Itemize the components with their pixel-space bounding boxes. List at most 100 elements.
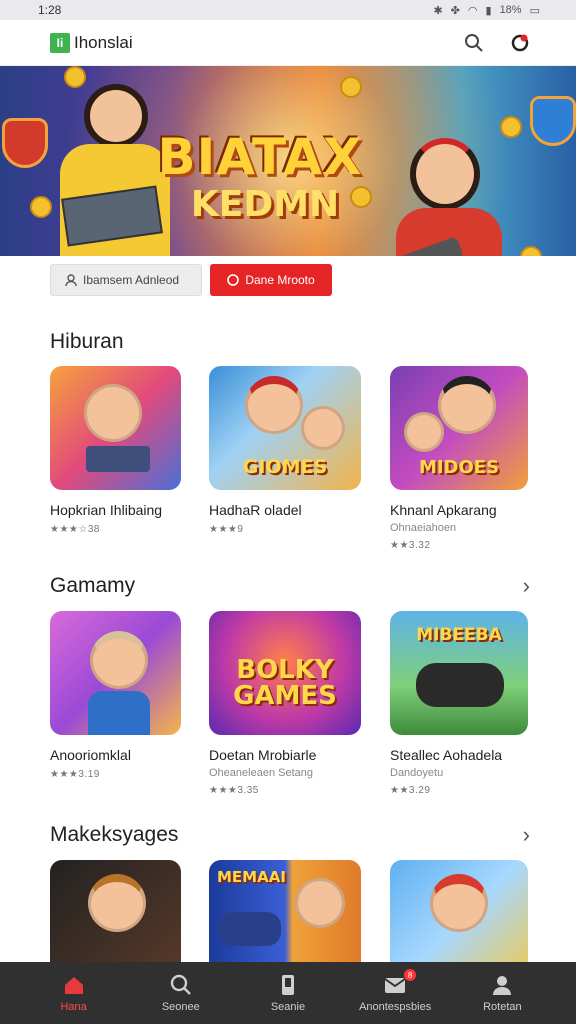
nav-label: Rotetan: [483, 1001, 522, 1013]
nav-item-search[interactable]: Seonee: [136, 973, 226, 1013]
app-thumbnail: GIOMES: [209, 366, 361, 490]
app-name: Anooriomklal: [50, 747, 131, 763]
nav-label: Seanie: [270, 1001, 306, 1013]
app-thumbnail: MIDOES: [390, 366, 528, 490]
hero-banner[interactable]: BIATAX KEDMN: [0, 66, 576, 256]
chevron-right-icon[interactable]: ›: [523, 573, 530, 599]
character-avatar: [84, 384, 142, 442]
gamepad-icon: [416, 663, 504, 707]
notification-badge: 8: [404, 969, 417, 981]
primary-button[interactable]: Dane Mrooto: [210, 264, 332, 296]
app-card[interactable]: MIBEEBA Steallec Aohadela Dandoyetu ★★3.…: [390, 611, 571, 796]
nav-label: Hana: [60, 1001, 87, 1013]
app-rating: ★★★3.35: [209, 785, 259, 796]
thumbnail-text: MIBEEBA: [416, 625, 502, 645]
banner-title: BIATAX: [157, 128, 363, 186]
secondary-button-label: Ibamsem Adnleod: [83, 273, 180, 287]
app-name: Steallec Aohadela: [390, 747, 503, 763]
notification-icon[interactable]: [510, 33, 530, 53]
coin-icon: [64, 66, 86, 88]
search-icon: [170, 974, 191, 995]
app-rating: ★★★9: [209, 524, 244, 535]
app-subtitle: Oheaneleaen Setang: [209, 767, 313, 779]
coin-icon: [500, 116, 522, 138]
app-name: Khnanl Apkarang: [390, 502, 497, 518]
user-icon: [65, 274, 77, 286]
coin-icon: [30, 196, 52, 218]
app-logo: Ii: [50, 32, 70, 53]
app-rating: ★★★☆38: [50, 524, 100, 535]
bottom-navbar: Hana Seonee Seanie 8 Anontespsbies Rotet…: [0, 962, 576, 1024]
battery-icon: ▭: [529, 4, 540, 17]
action-buttons: Ibamsem Adnleod Dane Mrooto: [0, 256, 576, 296]
primary-button-label: Dane Mrooto: [245, 273, 315, 287]
nav-item-notifications[interactable]: 8 Anontespsbies: [350, 969, 440, 1013]
character-avatar: [245, 376, 303, 434]
app-name: HadhaR oladel: [209, 502, 302, 518]
nav-item-profile[interactable]: Rotetan: [457, 973, 547, 1013]
secondary-button[interactable]: Ibamsem Adnleod: [50, 264, 202, 296]
bluetooth-icon: ✱: [433, 4, 443, 17]
app-rating: ★★★3.19: [50, 769, 100, 780]
app-grid: Hopkrian Ihlibaing ★★★☆38 GIOMES HadhaR …: [0, 366, 576, 551]
character-avatar: [404, 412, 444, 452]
app-thumbnail: [50, 611, 181, 735]
character-left: [84, 84, 148, 148]
home-icon: [64, 977, 83, 994]
app-name: Hopkrian Ihlibaing: [50, 502, 163, 518]
status-time: 1:28: [38, 3, 62, 17]
app-grid: Anooriomklal ★★★3.19 BOLKY GAMES Doetan …: [0, 611, 576, 796]
nav-item-home[interactable]: Hana: [29, 973, 119, 1013]
app-name: Doetan Mrobiarle: [209, 747, 317, 763]
character-avatar: [90, 631, 148, 689]
app-card[interactable]: GIOMES HadhaR oladel ★★★9: [209, 366, 390, 551]
thumbnail-text: MEMAAI: [217, 868, 286, 886]
character-avatar: [301, 406, 345, 450]
app-header: Ii Ihonslai: [0, 20, 576, 66]
shield-icon: [2, 118, 48, 168]
section-title: Gamamy: [50, 574, 136, 597]
app-thumbnail: BOLKY GAMES: [209, 611, 361, 735]
status-bar: 1:28 ✱ ✤ ◠ ▮ 18% ▭: [0, 0, 576, 20]
app-card[interactable]: Hopkrian Ihlibaing ★★★☆38: [50, 366, 231, 551]
search-icon[interactable]: [464, 33, 484, 53]
app-rating: ★★3.32: [390, 540, 431, 551]
app-subtitle: Ohnaeiahoen: [390, 522, 457, 534]
thumbnail-text: BOLKY GAMES: [233, 655, 337, 711]
thumbnail-text: GIOMES: [242, 456, 328, 478]
character-right: [410, 138, 480, 210]
gamepad-icon: [219, 912, 281, 946]
shield-icon: [530, 96, 576, 146]
app-title: Ihonslai: [74, 32, 133, 52]
section-title: Makeksyages: [50, 823, 179, 846]
app-thumbnail: MIBEEBA: [390, 611, 528, 735]
character-avatar: [295, 878, 345, 928]
nav-label: Seonee: [161, 1001, 200, 1013]
app-subtitle: Dandoyetu: [390, 767, 444, 779]
app-card[interactable]: BOLKY GAMES Doetan Mrobiarle Oheaneleaen…: [209, 611, 390, 796]
signal-icon: ▮: [485, 4, 492, 17]
wifi-icon: ◠: [467, 4, 478, 17]
battery-level: 18%: [499, 4, 522, 16]
character-avatar: [438, 376, 496, 434]
thumbnail-text: MIDOES: [418, 457, 500, 478]
app-card[interactable]: MIDOES Khnanl Apkarang Ohnaeiahoen ★★3.3…: [390, 366, 571, 551]
section-header: Hiburan: [0, 330, 576, 354]
vibrate-icon: ✤: [450, 4, 460, 17]
coin-icon: [340, 76, 362, 98]
character-avatar: [88, 874, 146, 932]
app-card[interactable]: Anooriomklal ★★★3.19: [50, 611, 231, 796]
section-header[interactable]: Gamamy ›: [0, 573, 576, 599]
nav-label: Anontespsbies: [359, 1001, 432, 1013]
app-thumbnail: [50, 366, 181, 490]
brand[interactable]: Ii Ihonslai: [50, 32, 133, 53]
play-icon: [227, 274, 240, 286]
section-title: Hiburan: [50, 330, 124, 353]
character-shirt: [88, 691, 150, 735]
status-icons: ✱ ✤ ◠ ▮ 18% ▭: [433, 4, 540, 17]
chevron-right-icon[interactable]: ›: [523, 822, 530, 848]
nav-item-phone[interactable]: Seanie: [243, 973, 333, 1013]
banner-subtitle: KEDMN: [190, 184, 340, 225]
character-avatar: [430, 874, 488, 932]
section-header[interactable]: Makeksyages ›: [0, 822, 576, 848]
